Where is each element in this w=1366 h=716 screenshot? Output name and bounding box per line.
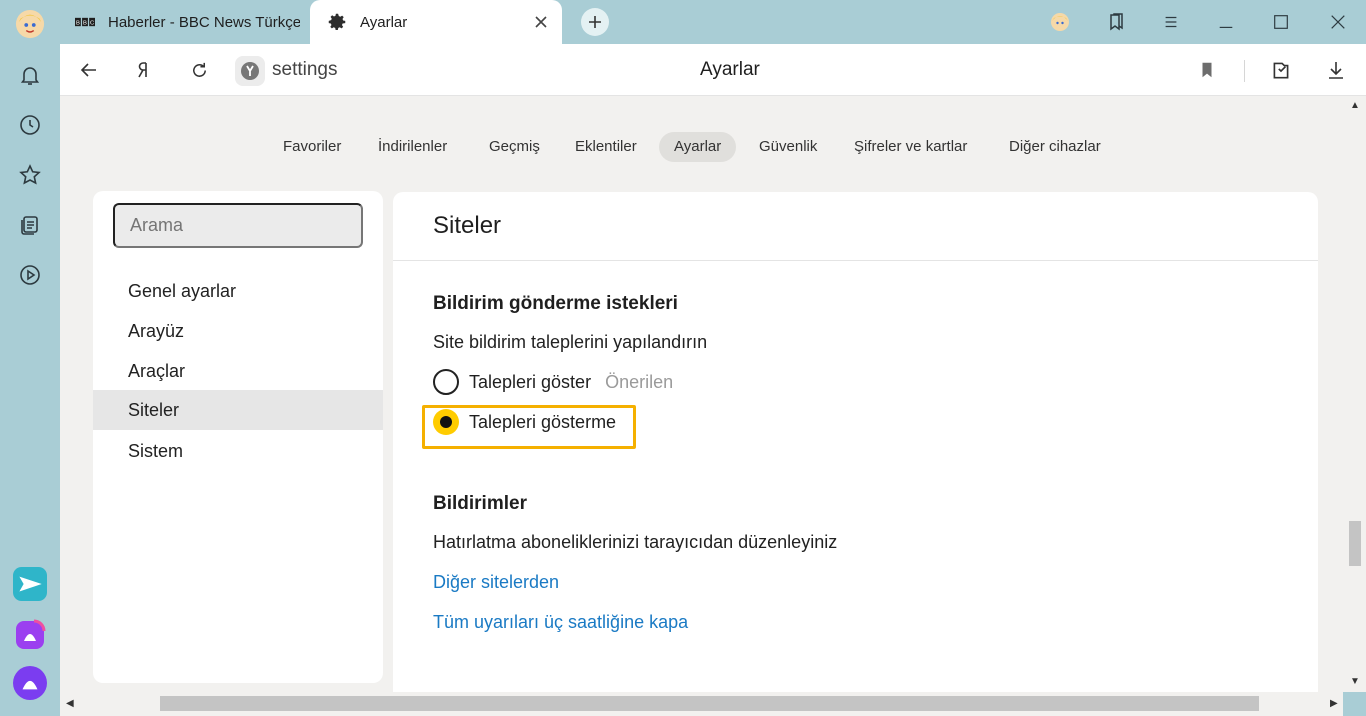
radio-button[interactable]: [433, 369, 459, 395]
scroll-left-arrow-icon[interactable]: ◀: [66, 698, 74, 709]
scroll-down-arrow-icon[interactable]: ▼: [1350, 676, 1360, 687]
radio-label: Talepleri göster: [469, 371, 592, 392]
settings-search-input[interactable]: [113, 203, 363, 248]
close-icon[interactable]: [532, 13, 550, 31]
protect-icon[interactable]: [1267, 56, 1295, 84]
alice-app-icon[interactable]: [10, 615, 50, 655]
tab-title: Ayarlar: [360, 13, 408, 31]
svg-text:C: C: [90, 21, 94, 27]
menu-item-siteler[interactable]: Siteler: [93, 390, 383, 430]
section-header: Siteler: [393, 192, 1318, 261]
minimize-icon[interactable]: [1212, 8, 1240, 36]
messenger-icon[interactable]: [10, 564, 50, 604]
notification-requests-description: Site bildirim taleplerini yapılandırın: [433, 332, 708, 352]
menu-icon[interactable]: [1157, 8, 1185, 36]
video-play-icon[interactable]: [10, 255, 50, 295]
settings-top-nav: Favoriler İndirilenler Geçmiş Eklentiler…: [60, 132, 1343, 162]
maximize-icon[interactable]: [1267, 8, 1295, 36]
profile-avatar-icon[interactable]: [10, 4, 50, 44]
back-arrow-icon[interactable]: [75, 56, 103, 84]
nav-ayarlar[interactable]: Ayarlar: [659, 132, 737, 162]
bell-icon[interactable]: [10, 55, 50, 95]
recommended-hint: Önerilen: [605, 371, 674, 392]
radio-hide-requests[interactable]: Talepleri gösterme: [433, 407, 616, 437]
svg-text:B: B: [76, 21, 80, 27]
settings-sidebar: Genel ayarlar Arayüz Araçlar Siteler Sis…: [93, 191, 383, 683]
yandex-logo-icon[interactable]: [130, 56, 158, 84]
nav-indirilenler[interactable]: İndirilenler: [363, 132, 462, 162]
menu-item-araclar[interactable]: Araçlar: [93, 351, 383, 391]
horizontal-scroll-thumb[interactable]: [160, 696, 1259, 711]
nav-sifreler[interactable]: Şifreler ve kartlar: [839, 132, 982, 162]
notifications-heading: Bildirimler: [433, 493, 527, 514]
yandex-site-icon[interactable]: [235, 56, 265, 86]
mute-alerts-link[interactable]: Tüm uyarıları üç saatliğine kapa: [433, 612, 688, 633]
menu-item-arayuz[interactable]: Arayüz: [93, 311, 383, 351]
reload-icon[interactable]: [185, 56, 213, 84]
nav-eklentiler[interactable]: Eklentiler: [560, 132, 652, 162]
gear-icon: [326, 11, 348, 33]
radio-show-requests[interactable]: Talepleri göster Önerilen: [433, 367, 673, 397]
notification-requests-heading: Bildirim gönderme istekleri: [433, 293, 678, 314]
menu-item-genel-ayarlar[interactable]: Genel ayarlar: [93, 271, 383, 311]
notifications-description: Hatırlatma aboneliklerinizi tarayıcıdan …: [433, 532, 838, 552]
downloads-icon[interactable]: [1322, 56, 1350, 84]
menu-item-sistem[interactable]: Sistem: [93, 431, 383, 471]
vertical-scrollbar[interactable]: ▲ ▼: [1343, 96, 1366, 692]
toolbar-separator: [1244, 60, 1245, 82]
alice-assistant-icon[interactable]: [10, 663, 50, 703]
browser-toolbar: settings Ayarlar: [60, 44, 1366, 96]
address-field[interactable]: settings: [272, 59, 337, 81]
tab-strip: BBC Haberler - BBC News Türkçe Ayarlar: [60, 0, 1366, 44]
other-sites-link[interactable]: Diğer sitelerden: [433, 572, 559, 593]
svg-text:B: B: [83, 21, 87, 27]
tab-bbc[interactable]: BBC Haberler - BBC News Türkçe: [60, 0, 308, 44]
nav-gecmis[interactable]: Geçmiş: [474, 132, 555, 162]
radio-button-checked[interactable]: [433, 409, 459, 435]
nav-diger-cihazlar[interactable]: Diğer cihazlar: [994, 132, 1116, 162]
window-close-icon[interactable]: [1324, 8, 1352, 36]
star-icon[interactable]: [10, 155, 50, 195]
profile-small-avatar-icon[interactable]: [1046, 8, 1074, 36]
history-clock-icon[interactable]: [10, 105, 50, 145]
bbc-icon: BBC: [74, 11, 96, 33]
browser-sidebar: [0, 0, 60, 716]
nav-guvenlik[interactable]: Güvenlik: [744, 132, 832, 162]
tab-settings[interactable]: Ayarlar: [310, 0, 562, 44]
tab-title: Haberler - BBC News Türkçe: [108, 13, 300, 31]
settings-page: Favoriler İndirilenler Geçmiş Eklentiler…: [60, 96, 1343, 692]
vertical-scroll-thumb[interactable]: [1349, 521, 1361, 566]
toolbar-page-title: Ayarlar: [700, 59, 760, 80]
collections-icon[interactable]: [10, 205, 50, 245]
bookmark-icon[interactable]: [1193, 56, 1221, 84]
radio-label: Talepleri gösterme: [469, 411, 617, 432]
horizontal-scrollbar[interactable]: ◀ ▶: [60, 692, 1343, 716]
scroll-up-arrow-icon[interactable]: ▲: [1350, 100, 1360, 111]
settings-content: Siteler Bildirim gönderme istekleri Site…: [393, 192, 1318, 692]
new-tab-button[interactable]: [581, 8, 609, 36]
nav-favoriler[interactable]: Favoriler: [268, 132, 356, 162]
section-title: Siteler: [433, 212, 502, 239]
scroll-right-arrow-icon[interactable]: ▶: [1330, 698, 1338, 709]
bookmarks-panel-icon[interactable]: [1102, 8, 1130, 36]
